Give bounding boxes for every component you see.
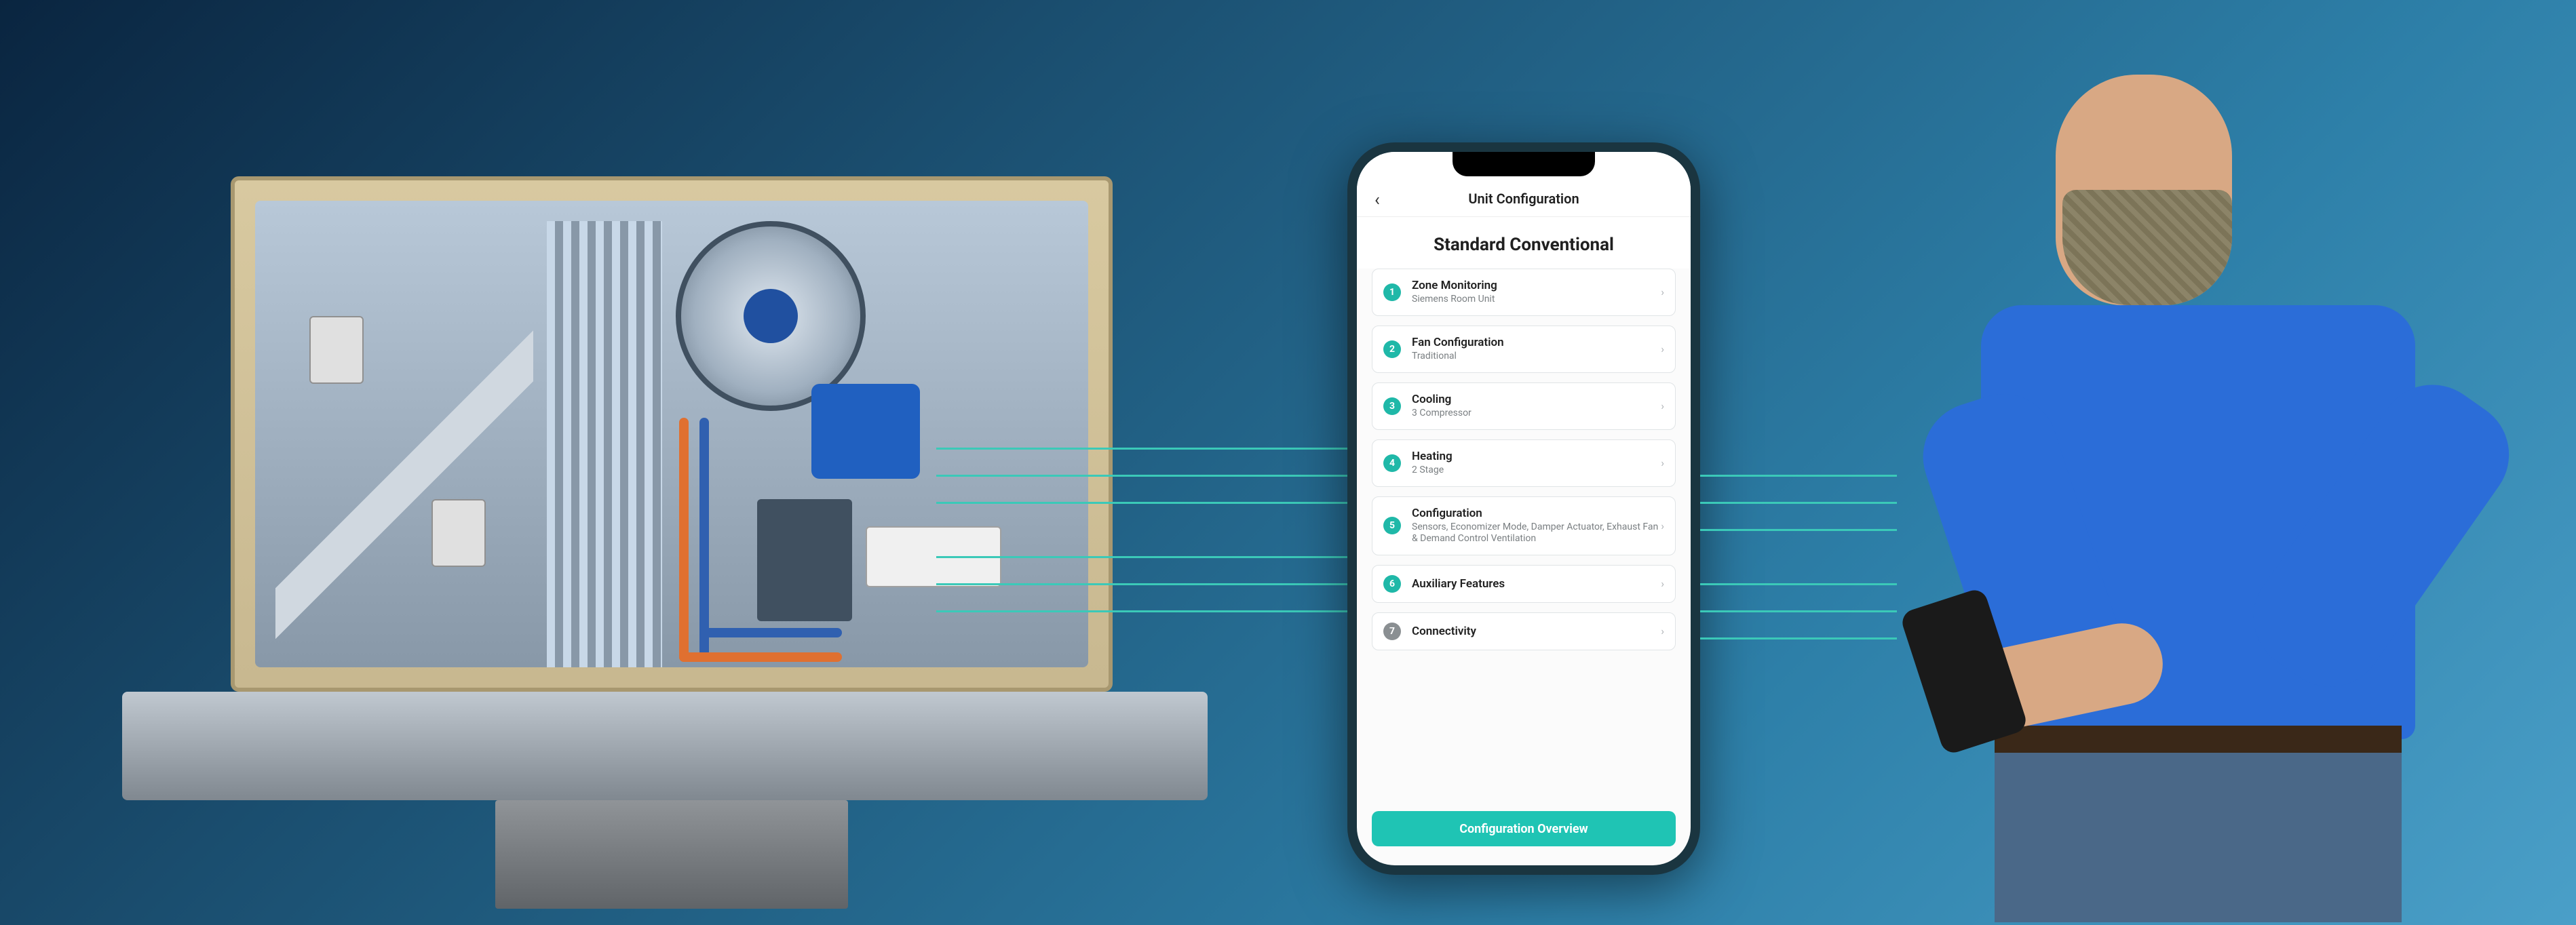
step-number-badge: 3 [1383, 397, 1401, 415]
step-sublabel: 3 Compressor [1412, 408, 1661, 420]
config-step-item[interactable]: 2 Fan Configuration Traditional› [1372, 326, 1676, 373]
config-step-item[interactable]: 3 Cooling 3 Compressor› [1372, 382, 1676, 430]
technician-figure [1859, 54, 2537, 922]
step-label: Heating [1412, 450, 1661, 463]
motor-icon [811, 384, 920, 479]
step-number-badge: 4 [1383, 454, 1401, 472]
config-step-item[interactable]: 7 Connectivity› [1372, 612, 1676, 650]
config-step-item[interactable]: 5 ConfigurationSensors, Economizer Mode, … [1372, 496, 1676, 555]
step-text: Fan Configuration Traditional [1412, 336, 1661, 363]
chevron-right-icon: › [1661, 625, 1664, 637]
step-number-badge: 7 [1383, 623, 1401, 640]
actuator-icon [431, 499, 486, 567]
step-text: ConfigurationSensors, Economizer Mode, D… [1412, 507, 1661, 545]
configuration-overview-button[interactable]: Configuration Overview [1372, 811, 1676, 846]
step-sublabel: Traditional [1412, 351, 1661, 363]
step-label: Cooling [1412, 393, 1661, 406]
step-sublabel: Siemens Room Unit [1412, 294, 1661, 306]
step-text: Zone Monitoring Siemens Room Unit [1412, 279, 1661, 306]
step-text: Cooling 3 Compressor [1412, 393, 1661, 420]
page-title: Unit Configuration [1468, 191, 1579, 207]
step-label: Fan Configuration [1412, 336, 1661, 349]
config-step-item[interactable]: 1 Zone Monitoring Siemens Room Unit› [1372, 269, 1676, 316]
step-number-badge: 5 [1383, 517, 1401, 534]
step-sublabel: 2 Stage [1412, 465, 1661, 477]
config-step-item[interactable]: 4 Heating 2 Stage› [1372, 439, 1676, 487]
config-step-item[interactable]: 6 Auxiliary Features› [1372, 565, 1676, 603]
hvac-casing [231, 176, 1113, 692]
controller-module-icon [866, 526, 1001, 587]
step-number-badge: 1 [1383, 283, 1401, 301]
chevron-right-icon: › [1661, 399, 1664, 412]
phone-notch [1453, 152, 1595, 176]
hvac-stand [495, 800, 848, 909]
step-number-badge: 6 [1383, 575, 1401, 593]
step-number-badge: 2 [1383, 340, 1401, 358]
config-steps-list: 1Zone MonitoringSiemens Room Unit›2Fan C… [1357, 269, 1691, 650]
chevron-right-icon: › [1661, 577, 1664, 590]
chevron-right-icon: › [1661, 286, 1664, 298]
hvac-coil-louvers [547, 221, 662, 667]
technician-jeans [1995, 732, 2402, 922]
actuator-icon [309, 316, 364, 384]
hvac-unit-illustration [54, 136, 1208, 882]
step-sublabel: Sensors, Economizer Mode, Damper Actuato… [1412, 521, 1661, 545]
step-label: Connectivity [1412, 625, 1661, 638]
step-label: Configuration [1412, 507, 1661, 520]
technician-belt [1995, 726, 2402, 753]
phone-screen: ‹ Unit Configuration Standard Convention… [1357, 152, 1691, 865]
hvac-interior [255, 201, 1088, 667]
step-text: Heating 2 Stage [1412, 450, 1661, 477]
step-label: Zone Monitoring [1412, 279, 1661, 292]
step-label: Auxiliary Features [1412, 577, 1661, 591]
chevron-right-icon: › [1661, 519, 1664, 532]
back-icon[interactable]: ‹ [1374, 190, 1380, 210]
step-text: Auxiliary Features [1412, 577, 1661, 591]
vfd-panel-icon [757, 499, 852, 621]
hvac-base [122, 692, 1208, 800]
chevron-right-icon: › [1661, 456, 1664, 469]
config-type-heading: Standard Conventional [1357, 217, 1691, 269]
face-mask-icon [2062, 190, 2232, 305]
chevron-right-icon: › [1661, 342, 1664, 355]
step-text: Connectivity [1412, 625, 1661, 638]
blower-fan-icon [676, 221, 866, 411]
phone-mockup: ‹ Unit Configuration Standard Convention… [1347, 142, 1700, 875]
